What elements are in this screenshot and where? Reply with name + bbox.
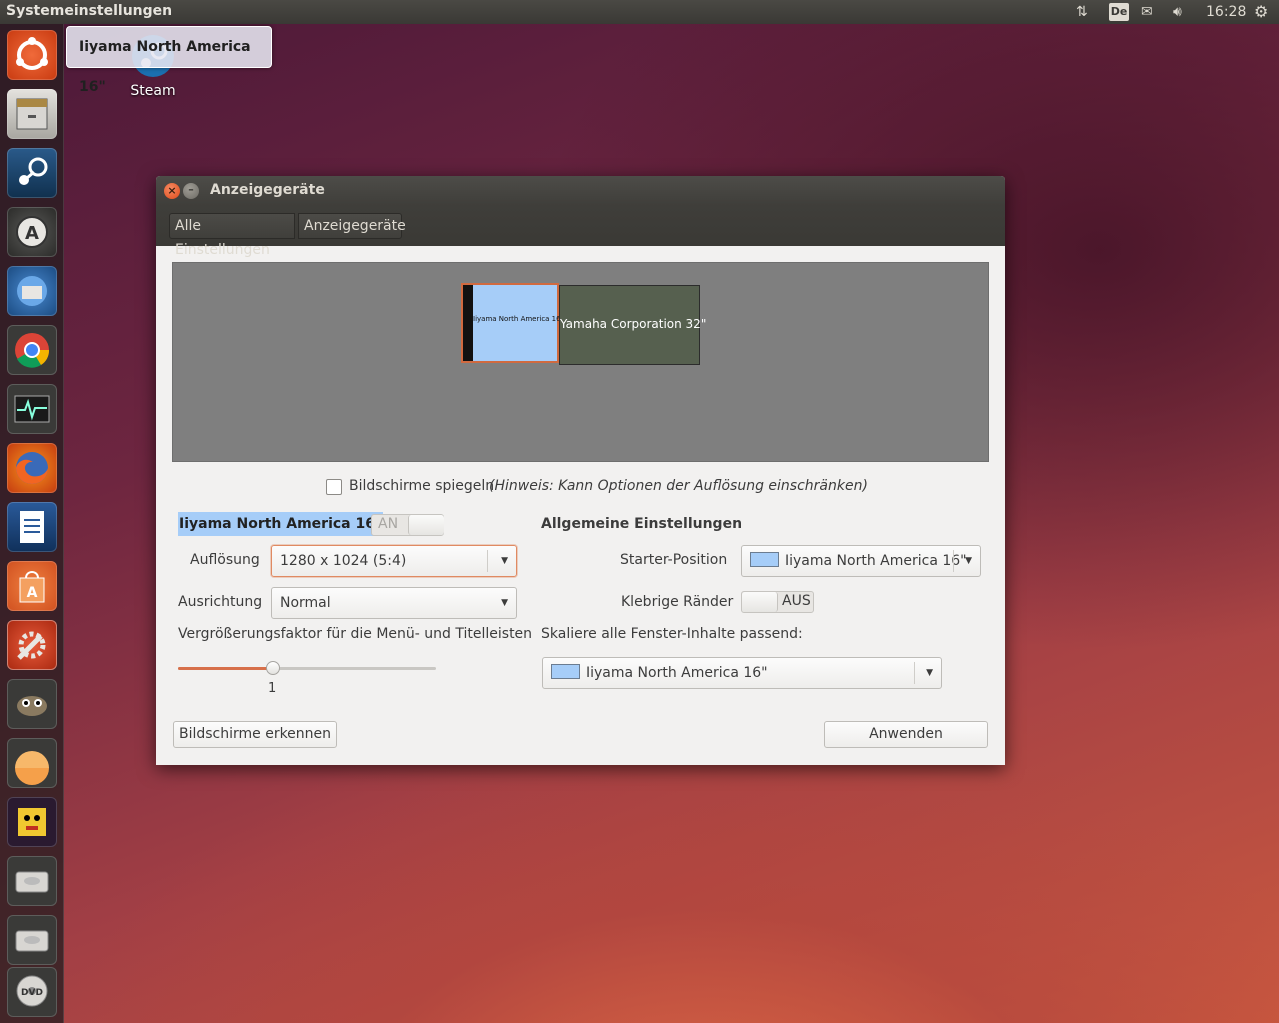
toggle-state-label: AUS	[782, 593, 811, 609]
chrome-icon[interactable]	[7, 325, 57, 375]
app-title: Systemeinstellungen	[6, 3, 173, 19]
resolution-dropdown[interactable]: 1280 x 1024 (5:4) ▼	[271, 545, 517, 577]
chevron-down-icon: ▼	[501, 556, 508, 566]
orientation-dropdown[interactable]: Normal ▼	[271, 587, 517, 619]
monitor-preview-iiyama[interactable]: Iiyama North America 16"	[461, 283, 559, 363]
dropdown-separator	[953, 550, 954, 572]
apply-button[interactable]: Anwenden	[824, 721, 988, 748]
monitor-preview-label: Iiyama North America 16"	[473, 315, 559, 323]
toggle-knob	[742, 592, 778, 612]
volume-icon[interactable]: 🔊︎	[1173, 2, 1182, 22]
system-monitor-icon[interactable]	[7, 384, 57, 434]
dropdown-separator	[914, 662, 915, 684]
launcher-position-dropdown[interactable]: Iiyama North America 16" ▼	[741, 545, 981, 577]
mirror-displays-label[interactable]: Bildschirme spiegeln	[349, 478, 494, 494]
thunderbird-icon[interactable]	[7, 266, 57, 316]
launcher-tooltip: Iiyama North America 16"	[66, 26, 272, 95]
toolbar: Alle Einstellungen Anzeigegeräte	[156, 206, 1005, 258]
monitor-arrangement-preview[interactable]: Iiyama North America 16" Yamaha Corporat…	[172, 262, 989, 462]
clock[interactable]: 16:28	[1206, 2, 1246, 22]
steam-icon[interactable]	[7, 148, 57, 198]
keyboard-layout-indicator[interactable]: De	[1109, 3, 1129, 21]
monitor-swatch	[551, 664, 580, 679]
settings-wrench-icon[interactable]	[7, 620, 57, 670]
monitor-power-toggle[interactable]: AN	[371, 514, 444, 536]
scale-factor-slider[interactable]	[178, 667, 436, 670]
scale-factor-value: 1	[268, 681, 277, 696]
slider-fill	[178, 667, 274, 670]
selected-monitor-name: Iiyama North America 16"	[178, 512, 384, 536]
monitor-preview-label: Yamaha Corporation 32"	[560, 317, 707, 331]
scale-all-label: Skaliere alle Fenster-Inhalte passend:	[541, 626, 803, 642]
drive-icon[interactable]	[7, 915, 57, 965]
writer-icon[interactable]	[7, 502, 57, 552]
monitor-swatch	[750, 552, 779, 567]
launcher-strip-preview	[463, 285, 473, 361]
orientation-label: Ausrichtung	[178, 594, 263, 610]
scale-factor-label: Vergrößerungsfaktor für die Menü- und Ti…	[178, 626, 533, 642]
detect-displays-button[interactable]: Bildschirme erkennen	[173, 721, 337, 748]
dvd-icon[interactable]: DVD	[7, 967, 57, 1017]
chevron-down-icon: ▼	[501, 598, 508, 608]
general-settings-heading: Allgemeine Einstellungen	[541, 516, 743, 532]
resolution-value: 1280 x 1024 (5:4)	[280, 553, 407, 569]
chevron-down-icon: ▼	[965, 556, 972, 566]
launcher-position-label: Starter-Position	[620, 552, 728, 568]
network-updown-icon[interactable]: ⇅	[1076, 2, 1088, 22]
updater-icon[interactable]: A	[7, 207, 57, 257]
firefox-icon[interactable]	[7, 443, 57, 493]
breadcrumb-all-settings[interactable]: Alle Einstellungen	[169, 213, 295, 258]
ubuntu-logo-icon[interactable]	[7, 30, 57, 80]
monitor-preview-yamaha[interactable]: Yamaha Corporation 32"	[559, 285, 707, 365]
launcher-position-value: Iiyama North America 16"	[785, 553, 967, 569]
top-panel: Systemeinstellungen ⇅ De ✉ 🔊︎ 16:28 ⚙	[0, 0, 1279, 24]
shopping-bag-icon[interactable]: A	[7, 561, 57, 611]
drive-icon[interactable]	[7, 856, 57, 906]
game-face-icon[interactable]	[7, 797, 57, 847]
toggle-knob	[408, 515, 444, 535]
breadcrumb-displays[interactable]: Anzeigegeräte	[298, 213, 406, 239]
toggle-state-label: AN	[378, 516, 399, 532]
launcher: A A DVD	[0, 24, 64, 1023]
chevron-down-icon: ▼	[926, 668, 933, 678]
power-gear-icon[interactable]: ⚙	[1254, 2, 1268, 22]
clementine-icon[interactable]	[7, 738, 57, 788]
sticky-edges-label: Klebrige Ränder	[621, 594, 734, 610]
file-cabinet-icon[interactable]	[7, 89, 57, 139]
scale-all-dropdown[interactable]: Iiyama North America 16" ▼	[542, 657, 942, 689]
svg-text:DVD: DVD	[21, 988, 43, 998]
scale-all-value: Iiyama North America 16"	[586, 665, 768, 681]
orientation-value: Normal	[280, 595, 331, 611]
display-settings-window: × – Anzeigegeräte Alle Einstellungen Anz…	[156, 176, 1005, 765]
slider-handle[interactable]	[266, 661, 281, 675]
minimize-icon[interactable]: –	[183, 183, 199, 199]
svg-text:A: A	[25, 223, 39, 244]
mail-envelope-icon[interactable]: ✉	[1141, 2, 1153, 22]
dropdown-separator	[487, 550, 488, 572]
mirror-displays-checkbox[interactable]	[326, 479, 342, 495]
gimp-icon[interactable]	[7, 679, 57, 729]
resolution-label: Auflösung	[190, 552, 260, 568]
close-icon[interactable]: ×	[164, 183, 180, 199]
window-title: Anzeigegeräte	[210, 182, 325, 198]
sticky-edges-toggle[interactable]: AUS	[741, 591, 814, 613]
svg-text:A: A	[27, 585, 38, 601]
mirror-displays-hint: (Hinweis: Kann Optionen der Auflösung ei…	[489, 478, 868, 494]
steam-desktop-label: Steam	[130, 83, 176, 99]
window-titlebar[interactable]: × – Anzeigegeräte	[156, 176, 1005, 206]
